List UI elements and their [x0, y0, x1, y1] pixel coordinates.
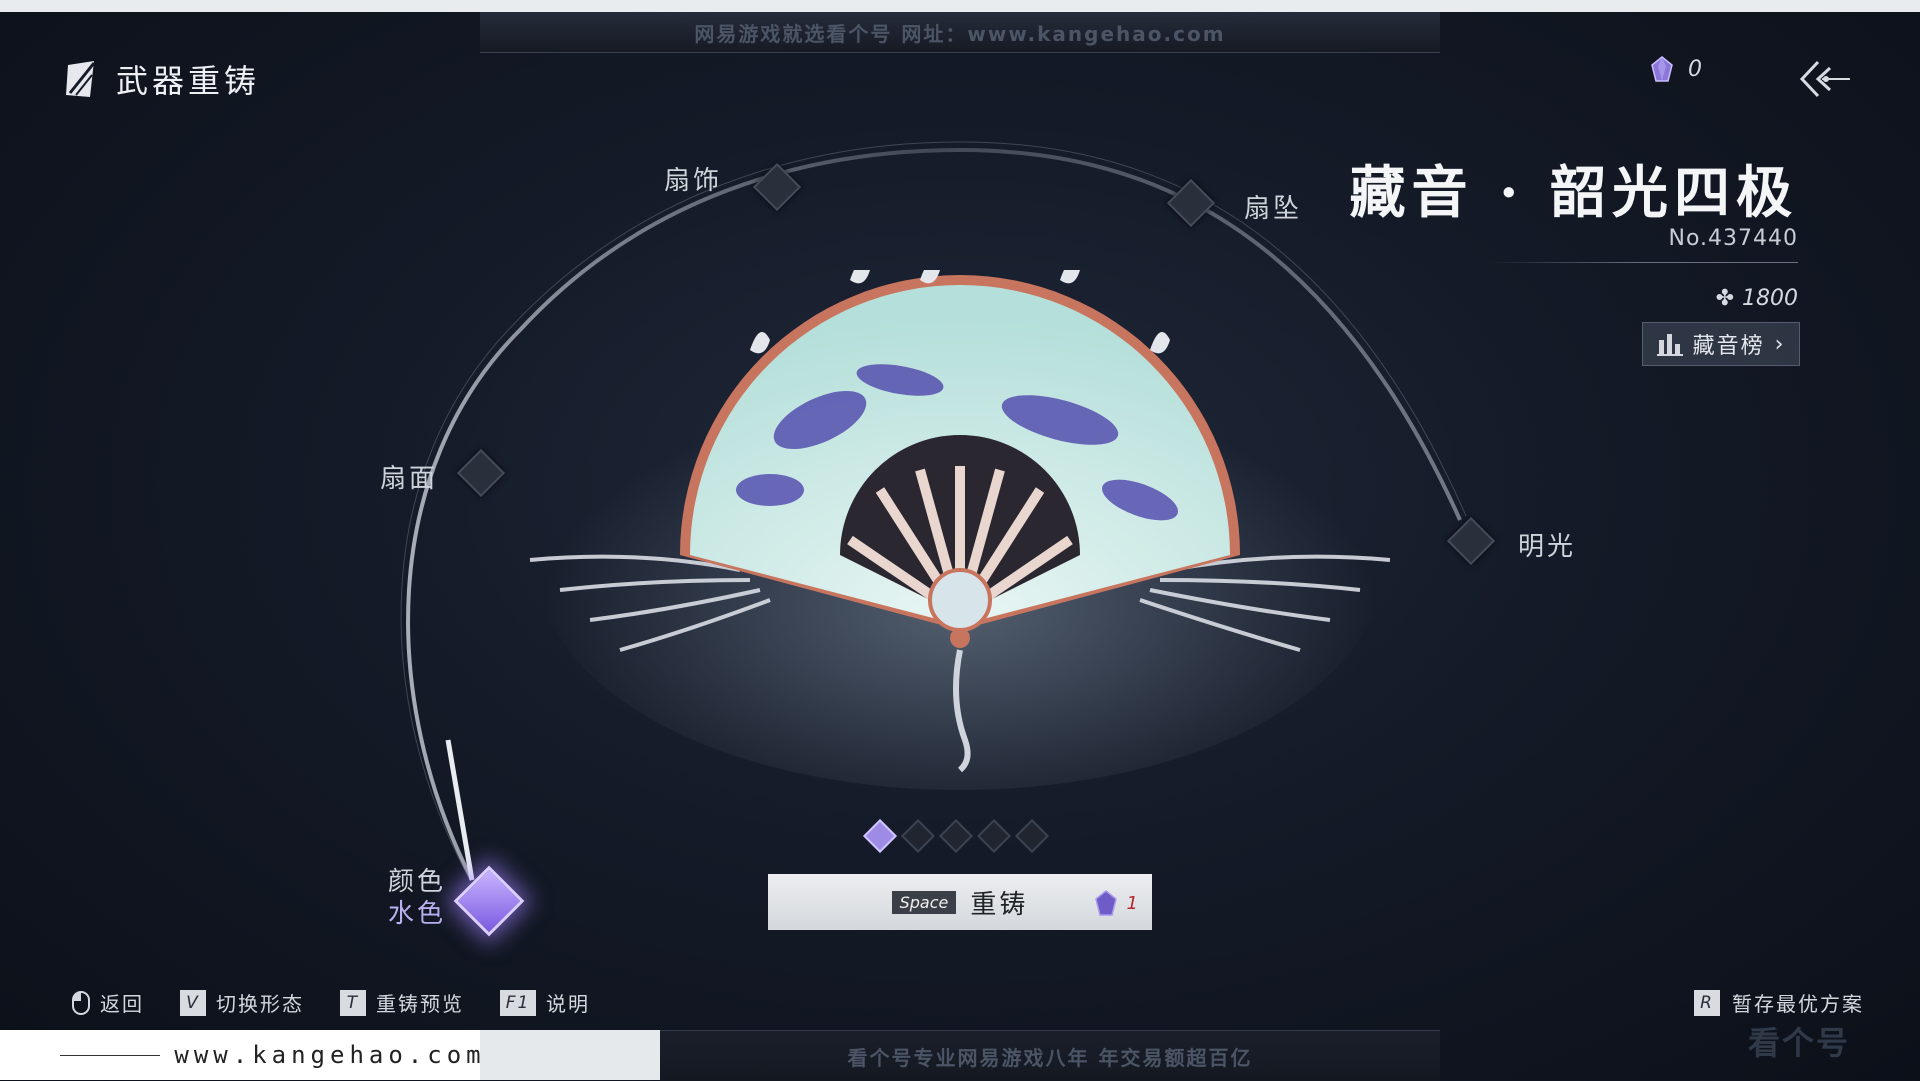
mouse-icon — [72, 990, 90, 1015]
recast-cost-value: 1 — [1126, 892, 1138, 914]
slot-light[interactable] — [1446, 516, 1496, 566]
top-watermark-text: 网易游戏就选看个号 网址：www.kangehao.com — [694, 21, 1226, 46]
control-hints: 返回 V 切换形态 T 重铸预览 F1 说明 — [72, 988, 590, 1017]
hint-save-best[interactable]: R 暂存最优方案 — [1694, 988, 1864, 1017]
pager-dot[interactable] — [939, 819, 973, 853]
currency-display: 0 — [1650, 56, 1702, 82]
pager-dot[interactable] — [863, 819, 897, 853]
key-f1: F1 — [500, 989, 536, 1016]
hint-recast-preview-label: 重铸预览 — [376, 992, 464, 1016]
slot-fan-ornament[interactable] — [752, 162, 802, 212]
key-v: V — [180, 989, 206, 1016]
score-icon: ✤ — [1715, 286, 1734, 311]
window-titlebar — [0, 0, 1920, 12]
info-divider — [1488, 262, 1798, 263]
fan-weapon-preview — [529, 270, 1391, 790]
slot-fan-pendant[interactable] — [1166, 178, 1216, 228]
hint-switch-form-label: 切换形态 — [216, 992, 304, 1016]
gem-icon — [1651, 56, 1673, 82]
footer-divider — [60, 1054, 161, 1056]
space-key-hint: Space — [891, 890, 957, 914]
recast-button[interactable]: Space 重铸 1 — [768, 874, 1152, 930]
hint-save-best-label: 暂存最优方案 — [1732, 992, 1864, 1016]
recast-button-label: 重铸 — [970, 889, 1029, 920]
footer-url: www.kangehao.com — [174, 1041, 486, 1069]
currency-value: 0 — [1688, 56, 1702, 82]
weapon-recast-icon — [66, 61, 96, 97]
slot-label-fan-ornament: 扇饰 — [664, 166, 723, 196]
back-arrow-icon[interactable] — [1796, 58, 1852, 100]
rank-button[interactable]: 藏音榜 › — [1642, 322, 1800, 366]
weapon-number: No.437440 — [1668, 226, 1798, 251]
color-slot-gem[interactable] — [453, 865, 525, 937]
weapon-name: 藏音 · 韶光四极 — [1349, 160, 1798, 226]
page-title: 武器重铸 — [116, 62, 261, 100]
hint-switch-form[interactable]: V 切换形态 — [180, 988, 304, 1017]
key-t: T — [340, 989, 366, 1016]
hint-back[interactable]: 返回 — [72, 988, 144, 1017]
hint-help-label: 说明 — [546, 992, 590, 1016]
variant-pager — [863, 819, 1049, 853]
slot-label-fan-surface: 扇面 — [380, 464, 439, 494]
top-watermark-banner: 网易游戏就选看个号 网址：www.kangehao.com — [480, 12, 1440, 53]
pager-dot[interactable] — [1015, 819, 1049, 853]
corner-watermark: 看个号 — [1748, 1024, 1851, 1062]
pager-dot[interactable] — [977, 819, 1011, 853]
gem-icon — [1094, 890, 1117, 916]
slot-label-fan-pendant: 扇坠 — [1244, 194, 1303, 224]
bottom-watermark-text: 看个号专业网易游戏八年 年交易额超百亿 — [847, 1045, 1253, 1070]
hint-back-label: 返回 — [100, 992, 144, 1016]
footer-light-panel — [480, 1030, 660, 1080]
slot-fan-surface[interactable] — [456, 448, 506, 498]
key-r: R — [1694, 989, 1720, 1016]
color-slot-value: 水色 — [388, 899, 447, 929]
bottom-watermark-banner: 看个号专业网易游戏八年 年交易额超百亿 — [660, 1030, 1440, 1081]
weapon-score: ✤ 1800 — [1716, 286, 1798, 311]
score-value: 1800 — [1742, 286, 1798, 311]
color-slot-label: 颜色 水色 — [388, 866, 446, 930]
chevron-right-icon: › — [1774, 331, 1786, 357]
hint-help[interactable]: F1 说明 — [500, 988, 590, 1017]
color-slot-title: 颜色 — [388, 867, 447, 897]
rank-button-label: 藏音榜 — [1692, 334, 1765, 359]
bar-chart-icon — [1656, 334, 1683, 356]
slot-label-light: 明光 — [1518, 532, 1577, 562]
page-header: 武器重铸 — [64, 56, 260, 102]
hint-recast-preview[interactable]: T 重铸预览 — [340, 988, 464, 1017]
recast-cost: 1 — [1093, 890, 1138, 916]
pager-dot[interactable] — [901, 819, 935, 853]
